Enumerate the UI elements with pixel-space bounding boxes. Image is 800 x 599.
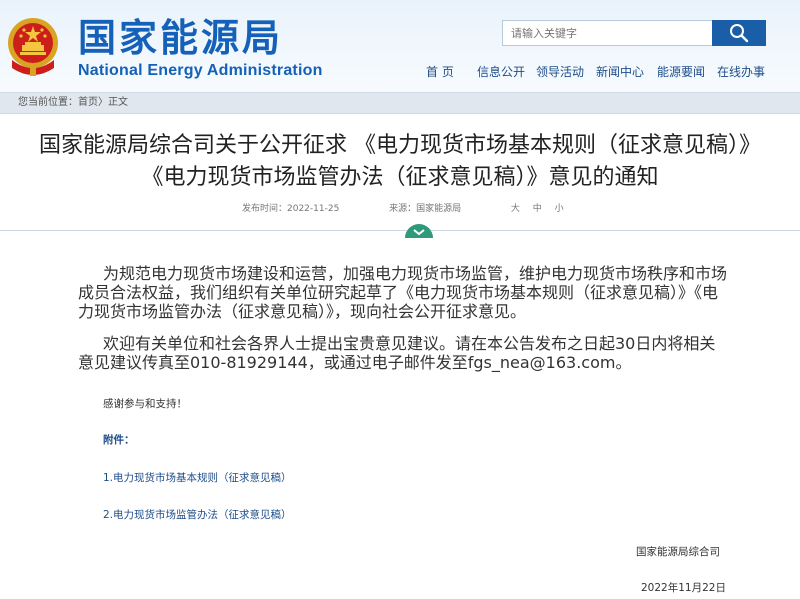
paragraph-thanks: 感谢参与和支持！ xyxy=(103,398,187,410)
site-header: 国家能源局 National Energy Administration 首 页… xyxy=(0,0,800,92)
paragraph-intro: 为规范电力现货市场建设和运营，加强电力现货市场监管，维护电力现货市场秩序和市场成… xyxy=(78,264,728,321)
font-size-large[interactable]: 大 xyxy=(511,204,520,214)
font-size-small[interactable]: 小 xyxy=(555,204,564,214)
article-source: 来源：国家能源局 xyxy=(389,204,462,214)
breadcrumb-prefix: 您当前位置： xyxy=(18,97,78,108)
title-divider xyxy=(0,222,800,238)
breadcrumb-home[interactable]: 首页 xyxy=(78,97,98,108)
chevron-down-icon xyxy=(405,224,433,238)
article-body: 为规范电力现货市场建设和运营，加强电力现货市场监管，维护电力现货市场秩序和市场成… xyxy=(0,238,800,598)
nav-item-energy-news[interactable]: 能源要闻 xyxy=(657,63,705,80)
main-nav: 首 页 信息公开 领导活动 新闻中心 能源要闻 在线办事 xyxy=(0,63,800,83)
search-input[interactable] xyxy=(502,20,714,46)
attachment-link-1[interactable]: 1.电力现货市场基本规则（征求意见稿） xyxy=(103,470,292,485)
breadcrumb: 您当前位置：首页〉正文 xyxy=(0,92,800,114)
nav-item-news-center[interactable]: 新闻中心 xyxy=(596,63,644,80)
publish-time: 发布时间：2022-11-25 xyxy=(242,204,340,214)
breadcrumb-separator: 〉 xyxy=(98,97,108,108)
divider-line xyxy=(0,230,800,231)
article-meta: 发布时间：2022-11-25 来源：国家能源局 大 中 小 xyxy=(0,202,800,216)
nav-item-online-services[interactable]: 在线办事 xyxy=(717,63,765,80)
article-title: 国家能源局综合司关于公开征求 《电力现货市场基本规则（征求意见稿）》《电力现货市… xyxy=(39,133,761,190)
attachments-label: 附件： xyxy=(103,434,135,446)
search-icon xyxy=(730,24,749,43)
nav-item-leader-activities[interactable]: 领导活动 xyxy=(536,63,584,80)
font-size-medium[interactable]: 中 xyxy=(533,204,542,214)
signature-date: 2022年11月22日 xyxy=(641,582,726,594)
paragraph-feedback: 欢迎有关单位和社会各界人士提出宝贵意见建议。请在本公告发布之日起30日内将相关意… xyxy=(78,334,716,372)
attachment-link-2[interactable]: 2.电力现货市场监管办法（征求意见稿） xyxy=(103,507,292,522)
breadcrumb-current: 正文 xyxy=(108,97,128,108)
site-title-cn: 国家能源局 xyxy=(78,16,284,60)
signature: 国家能源局综合司 xyxy=(636,546,720,558)
nav-item-info-disclosure[interactable]: 信息公开 xyxy=(477,63,525,80)
article-header: 国家能源局综合司关于公开征求 《电力现货市场基本规则（征求意见稿）》《电力现货市… xyxy=(0,114,800,216)
search-button[interactable] xyxy=(712,20,766,46)
nav-item-home[interactable]: 首 页 xyxy=(426,63,454,80)
